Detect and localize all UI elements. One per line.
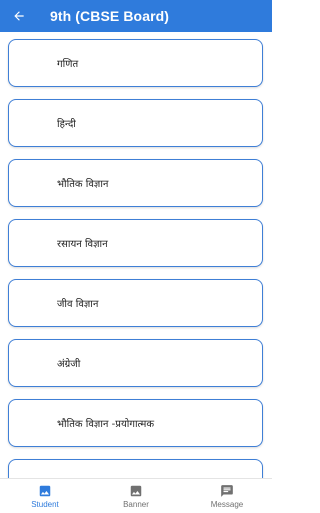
- bottom-navigation: Student Banner Message: [0, 478, 272, 512]
- subject-label: भौतिक विज्ञान -प्रयोगात्मक: [57, 419, 155, 430]
- nav-banner[interactable]: Banner: [91, 479, 181, 513]
- arrow-left-icon: [14, 11, 24, 21]
- subject-card[interactable]: जीव विज्ञान: [8, 279, 263, 327]
- subject-label: गणित: [57, 59, 79, 70]
- subject-card[interactable]: हिन्दी: [8, 99, 263, 147]
- subject-card[interactable]: भौतिक विज्ञान: [8, 159, 263, 207]
- nav-student[interactable]: Student: [0, 479, 90, 513]
- subject-card[interactable]: भौतिक विज्ञान -प्रयोगात्मक: [8, 399, 263, 447]
- image-icon: [130, 485, 142, 497]
- subject-card[interactable]: [8, 459, 263, 478]
- nav-message[interactable]: Message: [182, 479, 272, 513]
- subject-label: जीव विज्ञान: [57, 299, 99, 310]
- subject-label: भौतिक विज्ञान: [57, 179, 109, 190]
- app-bar: 9th (CBSE Board): [0, 0, 272, 32]
- image-icon: [39, 485, 51, 497]
- subject-label: अंग्रेजी: [57, 359, 81, 370]
- nav-message-label: Message: [210, 500, 244, 509]
- subject-card[interactable]: अंग्रेजी: [8, 339, 263, 387]
- subject-label: रसायन विज्ञान: [57, 239, 108, 250]
- nav-banner-label: Banner: [123, 500, 149, 509]
- page-title: 9th (CBSE Board): [50, 8, 170, 24]
- subject-card[interactable]: रसायन विज्ञान: [8, 219, 263, 267]
- back-button[interactable]: [0, 0, 38, 32]
- message-icon: [221, 485, 233, 497]
- subject-card[interactable]: गणित: [8, 39, 263, 87]
- subject-label: हिन्दी: [57, 119, 76, 130]
- nav-student-label: Student: [31, 500, 59, 509]
- subject-list: गणित हिन्दी भौतिक विज्ञान रसायन विज्ञान …: [0, 32, 272, 478]
